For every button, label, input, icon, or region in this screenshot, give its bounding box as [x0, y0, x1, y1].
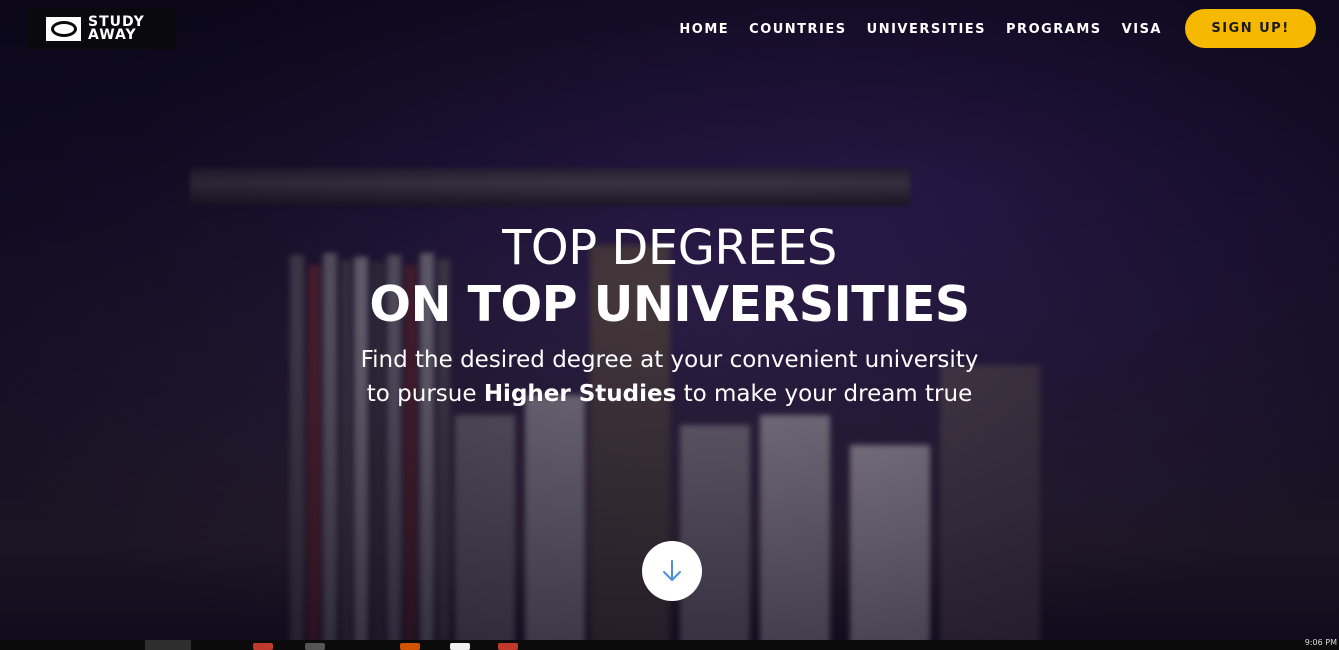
- hero-headline-line1: TOP DEGREES: [502, 220, 837, 276]
- nav-universities[interactable]: UNIVERSITIES: [867, 22, 986, 37]
- taskbar-start-button[interactable]: [145, 640, 191, 650]
- taskbar: 9:06 PM: [0, 638, 1339, 650]
- study-away-logo-icon: [46, 16, 81, 41]
- hero-subtitle-line2: to pursue Higher Studies to make your dr…: [0, 377, 1339, 411]
- taskbar-app-icon[interactable]: [498, 643, 518, 650]
- hero-headline-line2: ON TOP UNIVERSITIES: [369, 276, 970, 333]
- brand-name-line2: AWAY: [88, 26, 137, 43]
- taskbar-app-icon[interactable]: [305, 643, 325, 650]
- hero-subtitle-suffix: to make your dream true: [683, 381, 973, 407]
- nav-home[interactable]: HOME: [679, 22, 729, 37]
- taskbar-app-icon[interactable]: [253, 643, 273, 650]
- taskbar-app-icon[interactable]: [400, 643, 420, 650]
- hero-subtitle-prefix: to pursue: [366, 381, 477, 407]
- hero-subtitle-highlight: Higher Studies: [483, 381, 677, 407]
- taskbar-app-icon[interactable]: [450, 643, 470, 650]
- brand-logo[interactable]: STUDY AWAY: [27, 8, 176, 49]
- nav-visa[interactable]: VISA: [1122, 22, 1162, 37]
- nav-countries[interactable]: COUNTRIES: [749, 22, 847, 37]
- hero-subtitle: Find the desired degree at your convenie…: [0, 343, 1339, 411]
- arrow-down-icon: [663, 560, 681, 581]
- signup-button[interactable]: SIGN UP!: [1185, 9, 1316, 48]
- taskbar-clock: 9:06 PM: [1304, 638, 1337, 647]
- brand-name: STUDY AWAY: [88, 15, 145, 43]
- scroll-down-button[interactable]: [642, 541, 702, 601]
- nav-programs[interactable]: PROGRAMS: [1006, 22, 1102, 37]
- hero-subtitle-line1: Find the desired degree at your convenie…: [360, 347, 979, 373]
- main-nav: HOME COUNTRIES UNIVERSITIES PROGRAMS VIS…: [659, 22, 1162, 37]
